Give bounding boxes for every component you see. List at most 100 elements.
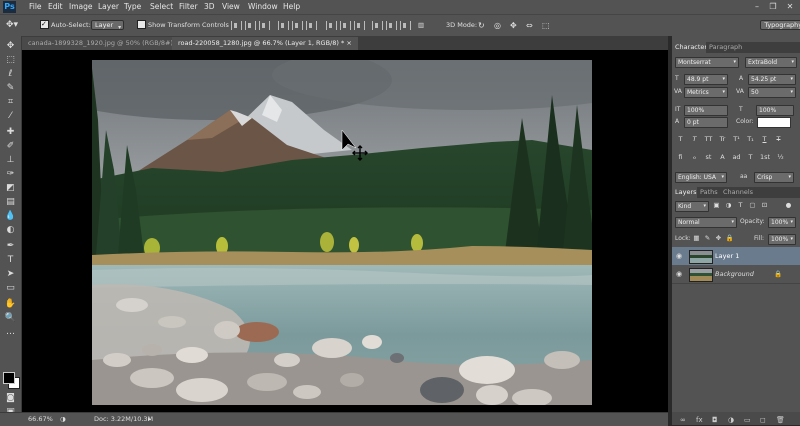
discretionary-ligatures-button[interactable]: st bbox=[704, 153, 713, 162]
3d-pan-icon[interactable]: ✥ bbox=[510, 19, 517, 32]
marquee-tool-icon[interactable]: ⬚ bbox=[4, 54, 17, 66]
alternates-button[interactable]: ℴ bbox=[690, 153, 699, 162]
align-left-icon[interactable] bbox=[278, 21, 289, 30]
filter-shape-icon[interactable]: ▢ bbox=[748, 201, 757, 210]
link-layers-icon[interactable]: ∞ bbox=[680, 416, 686, 424]
minimize-icon[interactable]: – bbox=[750, 1, 764, 12]
show-transform-checkbox[interactable]: Show Transform Controls bbox=[137, 19, 229, 32]
filter-smartobject-icon[interactable]: ⊡ bbox=[760, 201, 769, 210]
tab-character[interactable]: Character bbox=[672, 42, 711, 53]
swash-button[interactable]: A bbox=[718, 153, 727, 162]
vertical-scale-field[interactable]: 100% bbox=[684, 105, 728, 116]
text-color-swatch[interactable] bbox=[757, 117, 791, 128]
quick-mask-icon[interactable]: ◙ bbox=[4, 392, 17, 404]
underline-button[interactable]: T bbox=[760, 135, 769, 144]
font-style-dropdown[interactable]: ExtraBold bbox=[745, 57, 797, 68]
blend-mode-dropdown[interactable]: Normal bbox=[675, 217, 737, 228]
layer-row-layer1[interactable]: ◉ Layer 1 bbox=[672, 247, 800, 266]
3d-slide-icon[interactable]: ⇔ bbox=[526, 19, 533, 32]
menu-file[interactable]: File bbox=[29, 0, 42, 14]
filter-pixel-icon[interactable]: ▣ bbox=[712, 201, 721, 210]
tracking-field[interactable]: 50 bbox=[748, 87, 796, 98]
antialias-dropdown[interactable]: Crisp bbox=[754, 172, 794, 183]
type-tool-icon[interactable]: T bbox=[4, 254, 17, 266]
lock-position-icon[interactable]: ✥ bbox=[714, 234, 723, 243]
auto-align-icon[interactable]: ▥ bbox=[418, 19, 424, 32]
menu-edit[interactable]: Edit bbox=[48, 0, 63, 14]
edit-toolbar-icon[interactable]: … bbox=[4, 326, 17, 338]
layer-name[interactable]: Layer 1 bbox=[715, 247, 739, 265]
pen-tool-icon[interactable]: ✒ bbox=[4, 240, 17, 252]
tab-road[interactable]: road-220058_1280.jpg @ 66.7% (Layer 1, R… bbox=[172, 37, 358, 50]
hand-tool-icon[interactable]: ✋ bbox=[4, 298, 17, 310]
3d-scale-icon[interactable]: ⬚ bbox=[542, 19, 550, 32]
horizontal-scale-field[interactable]: 100% bbox=[756, 105, 794, 116]
crop-tool-icon[interactable]: ⌗ bbox=[4, 96, 17, 108]
lock-all-icon[interactable]: 🔒 bbox=[725, 234, 734, 243]
tab-paths[interactable]: Paths bbox=[697, 187, 721, 198]
distribute-bottom-icon[interactable] bbox=[354, 21, 365, 30]
all-caps-button[interactable]: TT bbox=[704, 135, 713, 144]
add-mask-icon[interactable]: ◘ bbox=[712, 416, 718, 424]
layer-name[interactable]: Background bbox=[715, 265, 754, 283]
auto-select-checkbox[interactable]: Auto-Select: bbox=[40, 18, 91, 32]
language-dropdown[interactable]: English: USA bbox=[675, 172, 727, 183]
kerning-field[interactable]: Metrics bbox=[684, 87, 728, 98]
adjustment-layer-icon[interactable]: ◑ bbox=[728, 416, 734, 424]
tab-layers[interactable]: Layers bbox=[672, 187, 700, 198]
new-group-icon[interactable]: ▭ bbox=[744, 416, 751, 424]
quick-select-tool-icon[interactable]: ✎ bbox=[4, 82, 17, 94]
distribute-left-icon[interactable] bbox=[372, 21, 383, 30]
layer-row-background[interactable]: ◉ Background 🔒 bbox=[672, 265, 800, 284]
lock-transparent-icon[interactable]: ▦ bbox=[692, 234, 701, 243]
history-brush-tool-icon[interactable]: ✑ bbox=[4, 168, 17, 180]
canvas-area[interactable] bbox=[22, 50, 668, 412]
menu-3d[interactable]: 3D bbox=[204, 0, 215, 14]
healing-tool-icon[interactable]: ✚ bbox=[4, 126, 17, 138]
distribute-vcenter-icon[interactable] bbox=[340, 21, 351, 30]
tab-channels[interactable]: Channels bbox=[720, 187, 757, 198]
eyedropper-tool-icon[interactable]: ⁄ bbox=[4, 110, 17, 122]
fractions-button[interactable]: ½ bbox=[776, 153, 785, 162]
filter-toggle-icon[interactable]: ● bbox=[784, 201, 793, 210]
distribute-top-icon[interactable] bbox=[326, 21, 337, 30]
eraser-tool-icon[interactable]: ◩ bbox=[4, 182, 17, 194]
subscript-button[interactable]: T₁ bbox=[746, 135, 755, 144]
leading-field[interactable]: 54.25 pt bbox=[748, 74, 796, 85]
font-size-field[interactable]: 48.9 pt bbox=[684, 74, 728, 85]
status-menu-icon[interactable]: ▸ bbox=[148, 413, 151, 426]
superscript-button[interactable]: T¹ bbox=[732, 135, 741, 144]
menu-select[interactable]: Select bbox=[150, 0, 173, 14]
distribute-hcenter-icon[interactable] bbox=[386, 21, 397, 30]
filter-type-icon[interactable]: T bbox=[736, 201, 745, 210]
ligatures-button[interactable]: ﬁ bbox=[676, 153, 685, 162]
fill-field[interactable]: 100% bbox=[768, 234, 796, 245]
eye-icon[interactable]: ◉ bbox=[676, 247, 682, 265]
move-tool-icon[interactable]: ✥ bbox=[4, 40, 17, 52]
align-top-icon[interactable] bbox=[231, 21, 242, 30]
menu-image[interactable]: Image bbox=[69, 0, 93, 14]
tab-paragraph[interactable]: Paragraph bbox=[706, 42, 746, 53]
delete-layer-icon[interactable]: 🗑 bbox=[776, 416, 785, 424]
zoom-tool-icon[interactable]: 🔍 bbox=[4, 312, 17, 324]
strikethrough-button[interactable]: T bbox=[774, 135, 783, 144]
tab-canada[interactable]: canada-1899328_1920.jpg @ 50% (RGB/8#) × bbox=[22, 37, 187, 50]
lasso-tool-icon[interactable]: ℓ bbox=[4, 68, 17, 80]
close-icon[interactable]: × bbox=[346, 39, 351, 47]
3d-rotate-icon[interactable]: ↻ bbox=[478, 19, 485, 32]
opacity-field[interactable]: 100% bbox=[768, 217, 796, 228]
titling-button[interactable]: T bbox=[746, 153, 755, 162]
menu-help[interactable]: Help bbox=[283, 0, 300, 14]
new-layer-icon[interactable]: ◻ bbox=[760, 416, 766, 424]
fx-icon[interactable]: fx bbox=[696, 416, 703, 424]
info-icon[interactable]: ◑ bbox=[60, 413, 66, 426]
menu-layer[interactable]: Layer bbox=[98, 0, 119, 14]
layer-kind-filter[interactable]: Kind bbox=[675, 201, 709, 212]
distribute-right-icon[interactable] bbox=[400, 21, 411, 30]
lock-pixels-icon[interactable]: ✎ bbox=[703, 234, 712, 243]
auto-select-dropdown[interactable]: Layer bbox=[91, 20, 125, 30]
move-tool-preset-icon[interactable]: ✥▾ bbox=[6, 19, 18, 32]
menu-view[interactable]: View bbox=[222, 0, 240, 14]
blur-tool-icon[interactable]: 💧 bbox=[4, 210, 17, 222]
document-image[interactable] bbox=[92, 60, 592, 405]
